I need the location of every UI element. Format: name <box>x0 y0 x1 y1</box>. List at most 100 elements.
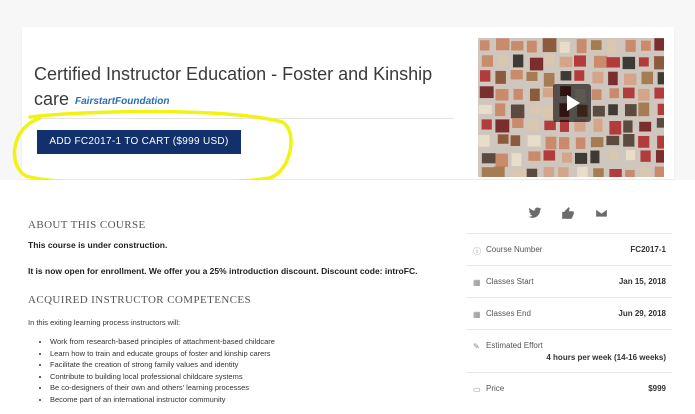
collage-photo <box>609 168 622 177</box>
collage-photo <box>574 70 585 81</box>
sidebar-row-classes-start: ▦ Classes Start Jan 15, 2018 <box>467 265 672 297</box>
collage-photo <box>528 151 541 161</box>
collage-photo <box>495 153 508 167</box>
collage-photo <box>496 38 510 51</box>
collage-photo <box>495 70 506 84</box>
collage-photo <box>625 39 636 52</box>
collage-photo <box>527 135 541 147</box>
facebook-like-icon[interactable] <box>561 206 575 220</box>
list-item: Facilitate the creation of strong family… <box>50 359 275 371</box>
organization-link[interactable]: FairstartFoundation <box>75 96 169 107</box>
sidebar-label: Course Number <box>486 245 543 254</box>
collage-photo <box>497 55 509 67</box>
collage-photo <box>510 70 523 80</box>
sidebar-value: Jan 15, 2018 <box>618 277 666 286</box>
collage-photo <box>576 39 587 54</box>
collage-photo <box>608 150 618 160</box>
calendar-icon: ▦ <box>473 310 481 319</box>
collage-photo <box>640 150 651 162</box>
twitter-icon[interactable] <box>528 206 542 220</box>
sidebar-label: Classes End <box>486 309 531 318</box>
sidebar-value: FC2017-1 <box>630 245 666 254</box>
collage-photo <box>654 56 664 70</box>
collage-photo <box>639 121 652 132</box>
collage-photo <box>656 118 664 128</box>
calendar-icon: ▦ <box>473 278 481 287</box>
collage-photo <box>512 54 524 68</box>
collage-photo <box>592 105 605 117</box>
collage-photo <box>654 87 664 99</box>
collage-photo <box>511 153 522 167</box>
collage-photo <box>481 167 496 177</box>
collage-photo <box>511 41 524 51</box>
list-item: Be co-designers of their own and others'… <box>50 382 275 394</box>
collage-photo <box>624 104 637 117</box>
collage-photo <box>577 166 588 177</box>
collage-photo <box>657 135 664 149</box>
collage-photo <box>561 152 573 163</box>
play-icon[interactable] <box>553 84 591 122</box>
collage-photo <box>593 55 608 68</box>
collage-photo <box>592 71 604 84</box>
collage-photo <box>638 57 649 67</box>
collage-photo <box>559 41 570 53</box>
construction-note: This course is under construction. <box>28 240 168 250</box>
collage-photo <box>623 134 635 147</box>
collage-photo <box>657 103 664 116</box>
collage-photo <box>558 167 569 177</box>
competences-intro: In this exiting learning process instruc… <box>28 318 181 327</box>
collage-photo <box>654 166 664 177</box>
course-title: Certified Instructor Education - Foster … <box>34 62 454 114</box>
collage-photo <box>625 169 635 177</box>
list-item: Learn how to train and educate groups of… <box>50 348 275 360</box>
collage-photo <box>512 169 527 177</box>
collage-photo <box>639 166 651 177</box>
sidebar-value: 4 hours per week (14-16 weeks) <box>546 353 666 362</box>
collage-photo <box>494 166 505 177</box>
collage-photo <box>608 104 618 116</box>
collage-photo <box>542 88 554 98</box>
collage-photo <box>559 56 573 68</box>
collage-photo <box>574 55 586 67</box>
email-icon[interactable] <box>594 206 609 220</box>
competences-heading: ACQUIRED INSTRUCTOR COMPETENCES <box>28 294 252 306</box>
collage-photo <box>513 88 523 100</box>
list-item: Become part of an international instruct… <box>50 394 275 406</box>
enrollment-note: It is now open for enrollment. We offer … <box>28 266 418 276</box>
collage-photo <box>657 72 664 85</box>
collage-photo <box>622 56 636 70</box>
sidebar-row-classes-end: ▦ Classes End Jun 29, 2018 <box>467 297 672 329</box>
collage-photo <box>478 135 490 147</box>
collage-photo <box>529 105 541 115</box>
collage-photo <box>593 118 603 132</box>
list-item: Contribute to building local professiona… <box>50 371 275 383</box>
collage-photo <box>512 118 524 128</box>
course-video-thumbnail[interactable] <box>478 38 664 177</box>
collage-photo <box>481 153 496 164</box>
collage-photo <box>495 89 509 101</box>
collage-photo <box>654 38 664 51</box>
collage-photo <box>641 40 651 51</box>
collage-photo <box>526 71 538 81</box>
sidebar-row-price: ▭ Price $999 <box>467 372 672 404</box>
collage-photo <box>638 88 650 101</box>
collage-photo <box>497 134 509 144</box>
collage-photo <box>593 168 604 177</box>
collage-photo <box>529 88 540 102</box>
collage-photo <box>479 40 490 51</box>
collage-photo <box>590 137 604 148</box>
collage-photo <box>560 71 572 81</box>
collage-photo <box>608 71 618 86</box>
add-to-cart-button[interactable]: ADD FC2017-1 TO CART ($999 USD) <box>37 130 241 154</box>
collage-photo <box>625 150 636 161</box>
sidebar-label: Estimated Effort <box>486 341 543 350</box>
hero-divider <box>34 118 454 119</box>
collage-photo <box>479 86 494 99</box>
collage-photo <box>529 57 544 71</box>
collage-photo <box>609 88 620 99</box>
collage-photo <box>655 150 664 163</box>
collage-photo <box>526 168 538 177</box>
collage-photo <box>591 89 602 101</box>
sidebar-row-estimated-effort: ✎ Estimated Effort 4 hours per week (14-… <box>467 329 672 372</box>
collage-photo <box>609 121 622 135</box>
